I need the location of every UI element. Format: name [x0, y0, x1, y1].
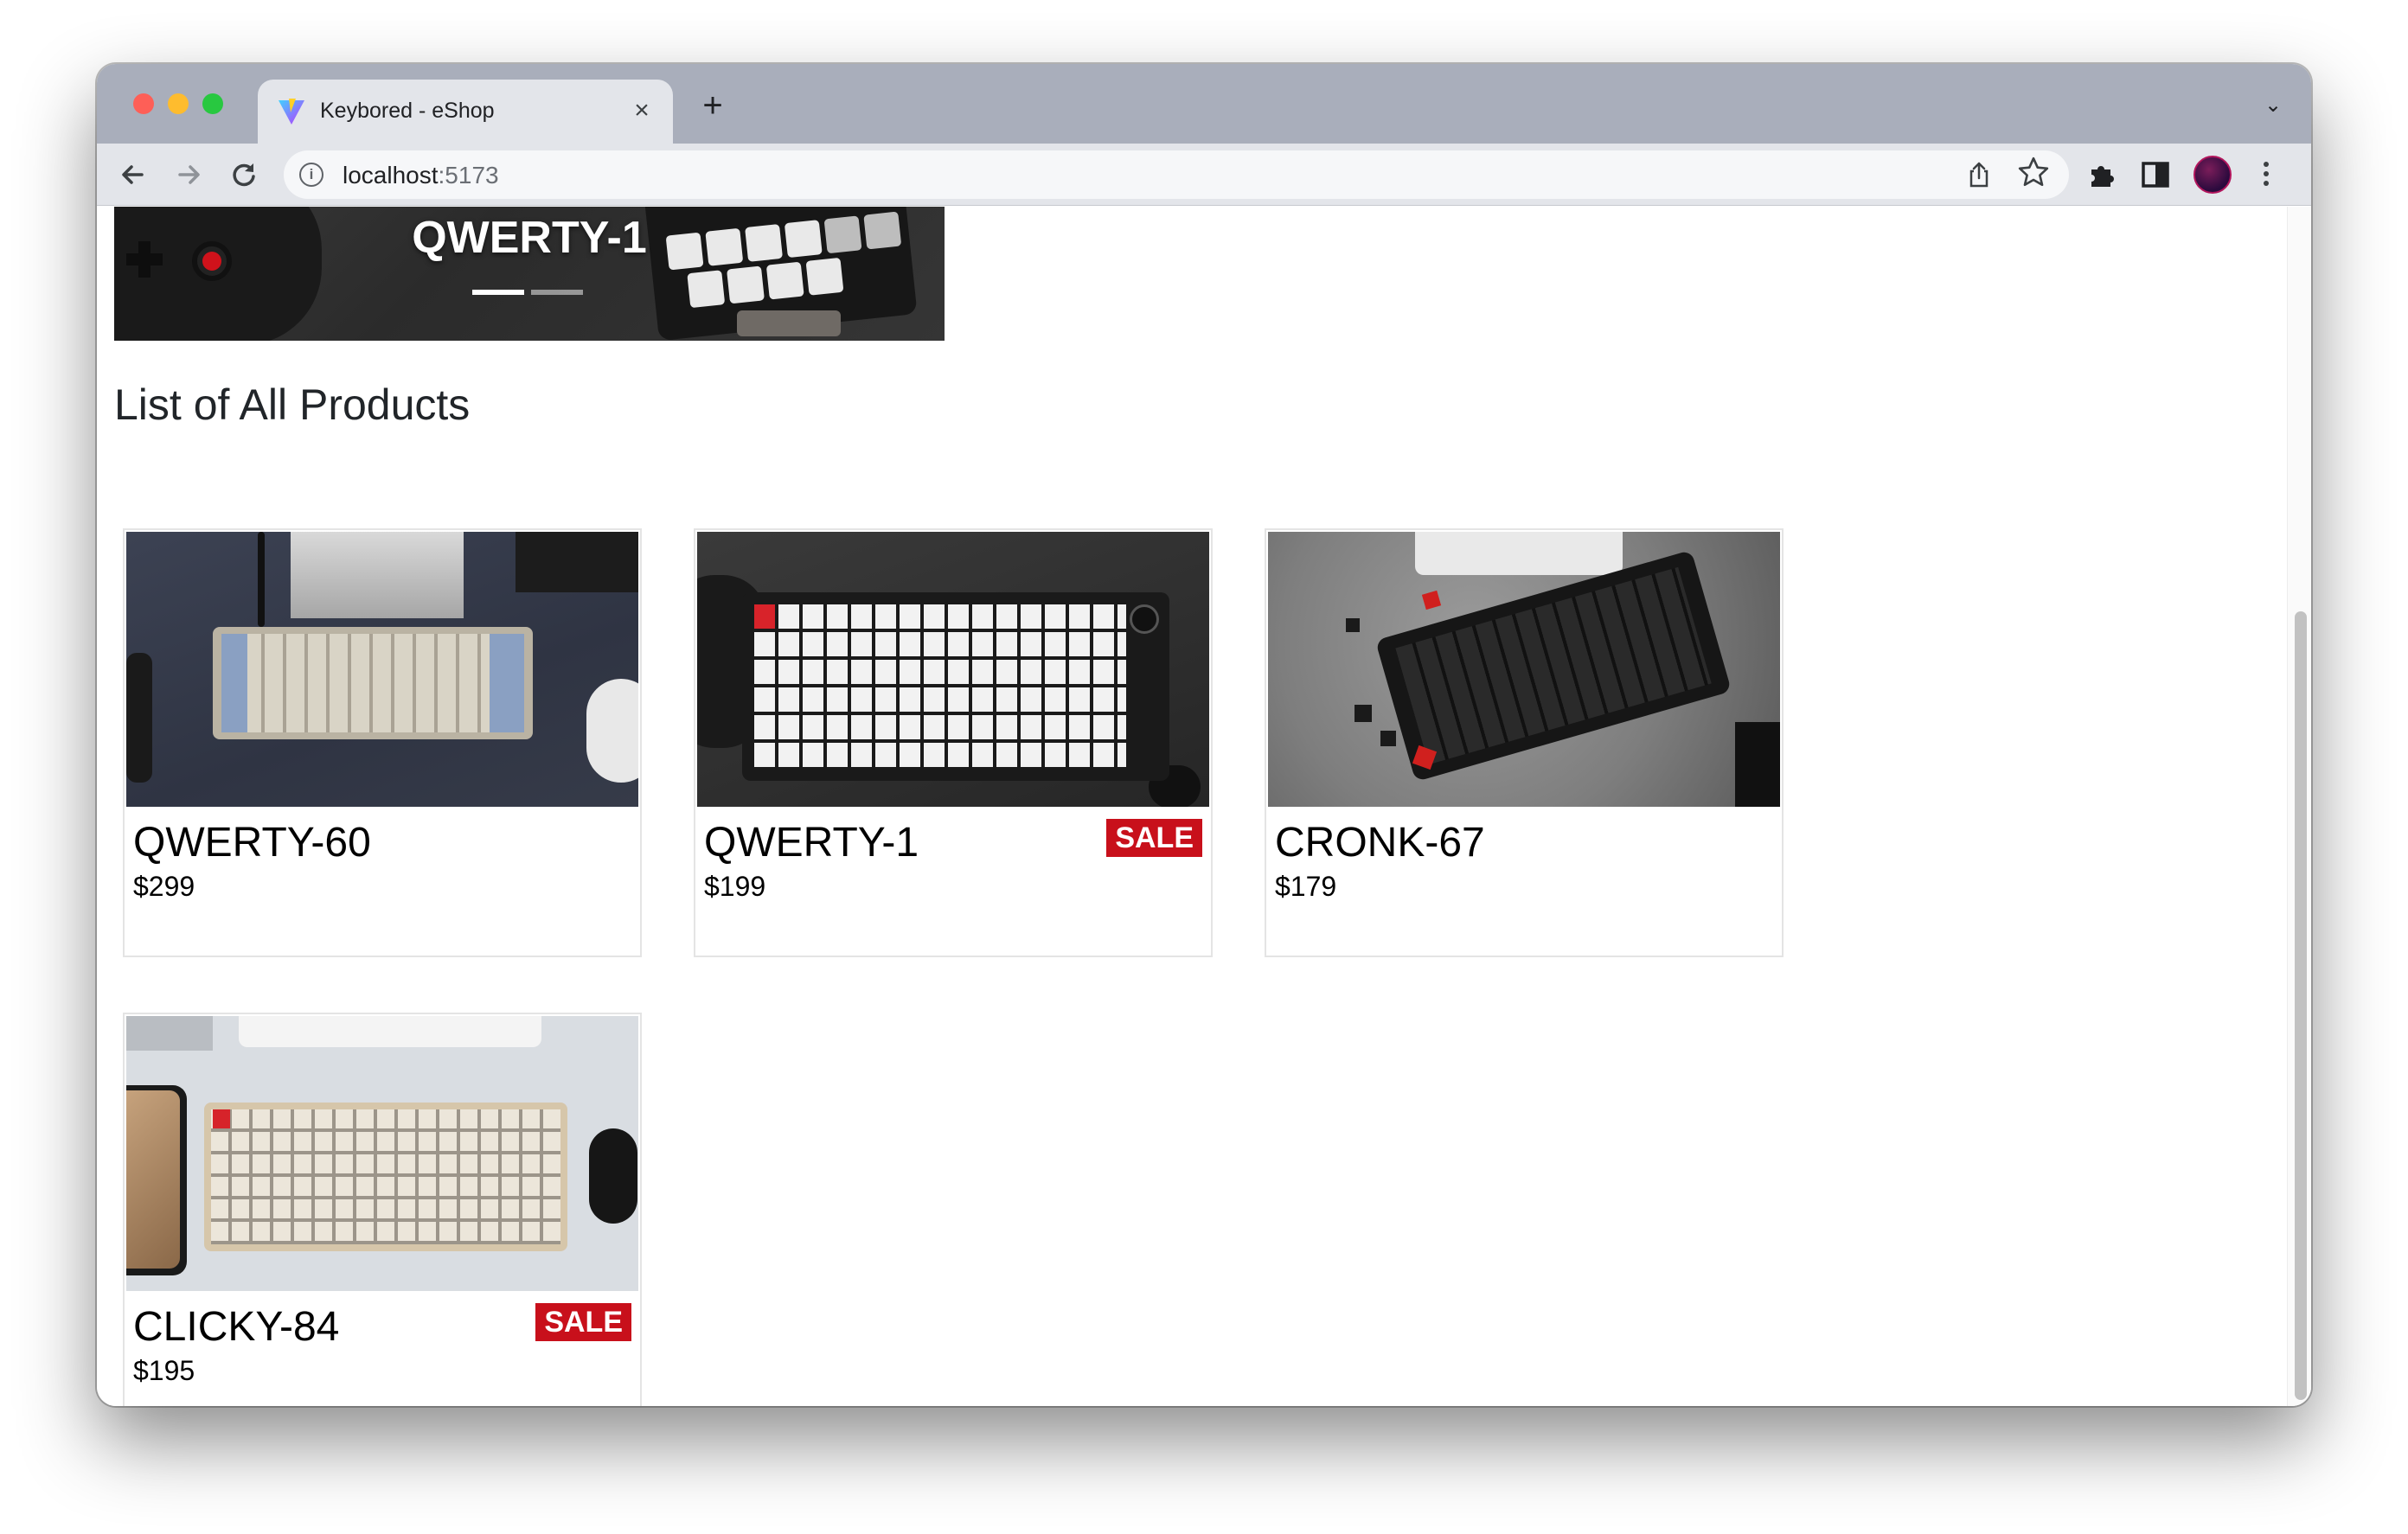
product-price: $299 — [133, 871, 195, 902]
back-arrow-icon[interactable] — [112, 154, 154, 195]
product-card[interactable]: QWERTY-60 $299 — [123, 528, 642, 957]
product-name[interactable]: QWERTY-60 — [133, 819, 371, 866]
sale-badge: SALE — [1106, 819, 1202, 857]
bookmark-star-icon[interactable] — [2017, 156, 2050, 189]
vertical-scrollbar[interactable] — [2287, 207, 2311, 1406]
tab-close-icon[interactable]: × — [624, 93, 659, 128]
product-name[interactable]: QWERTY-1 — [704, 819, 919, 866]
carousel-indicator-2[interactable] — [531, 290, 583, 295]
carousel-indicator-1[interactable] — [472, 290, 524, 295]
product-image — [126, 532, 638, 807]
site-info-icon[interactable]: i — [299, 163, 323, 187]
product-image — [697, 532, 1209, 807]
browser-window: Keybored - eShop × + ⌄ i localhost:5173 — [97, 64, 2311, 1406]
profile-avatar[interactable] — [2193, 156, 2232, 194]
product-name[interactable]: CLICKY-84 — [133, 1303, 339, 1351]
reload-icon[interactable] — [223, 154, 265, 195]
product-price: $195 — [133, 1355, 195, 1386]
tab-search-icon[interactable]: ⌄ — [2258, 90, 2289, 121]
browser-toolbar: i localhost:5173 — [97, 144, 2311, 206]
product-name[interactable]: CRONK-67 — [1275, 819, 1485, 866]
url-port: :5173 — [438, 162, 499, 189]
hero-carousel[interactable]: QWERTY-1 — [114, 207, 945, 341]
tab-title: Keybored - eShop — [320, 99, 495, 123]
minimize-window-button[interactable] — [168, 93, 189, 114]
extensions-icon[interactable] — [2083, 156, 2121, 194]
section-title: List of All Products — [114, 380, 471, 429]
more-menu-icon[interactable] — [2258, 157, 2275, 192]
close-window-button[interactable] — [133, 93, 154, 114]
sale-badge: SALE — [535, 1303, 631, 1341]
url-text[interactable]: localhost:5173 — [343, 162, 499, 189]
scrollbar-thumb[interactable] — [2295, 611, 2307, 1400]
share-icon[interactable] — [1963, 159, 1995, 190]
new-tab-button[interactable]: + — [694, 86, 732, 125]
tab-strip: Keybored - eShop × + ⌄ — [97, 64, 2311, 144]
product-price: $199 — [704, 871, 766, 902]
product-price: $179 — [1275, 871, 1337, 902]
page-viewport: QWERTY-1 List of All Products QWERTY-60 … — [97, 207, 2311, 1406]
forward-arrow-icon[interactable] — [168, 154, 209, 195]
side-panel-icon[interactable] — [2138, 157, 2173, 192]
address-bar[interactable]: i localhost:5173 — [284, 150, 2069, 199]
product-card[interactable]: CRONK-67 $179 — [1265, 528, 1784, 957]
hero-title: QWERTY-1 — [412, 213, 647, 263]
url-host: localhost — [343, 162, 439, 189]
product-image — [1268, 532, 1780, 807]
maximize-window-button[interactable] — [202, 93, 223, 114]
vite-favicon-icon — [279, 99, 304, 125]
product-card[interactable]: CLICKY-84 SALE $195 — [123, 1013, 642, 1406]
product-card[interactable]: QWERTY-1 SALE $199 — [694, 528, 1213, 957]
browser-tab-active[interactable]: Keybored - eShop × — [258, 80, 673, 144]
product-image — [126, 1016, 638, 1291]
